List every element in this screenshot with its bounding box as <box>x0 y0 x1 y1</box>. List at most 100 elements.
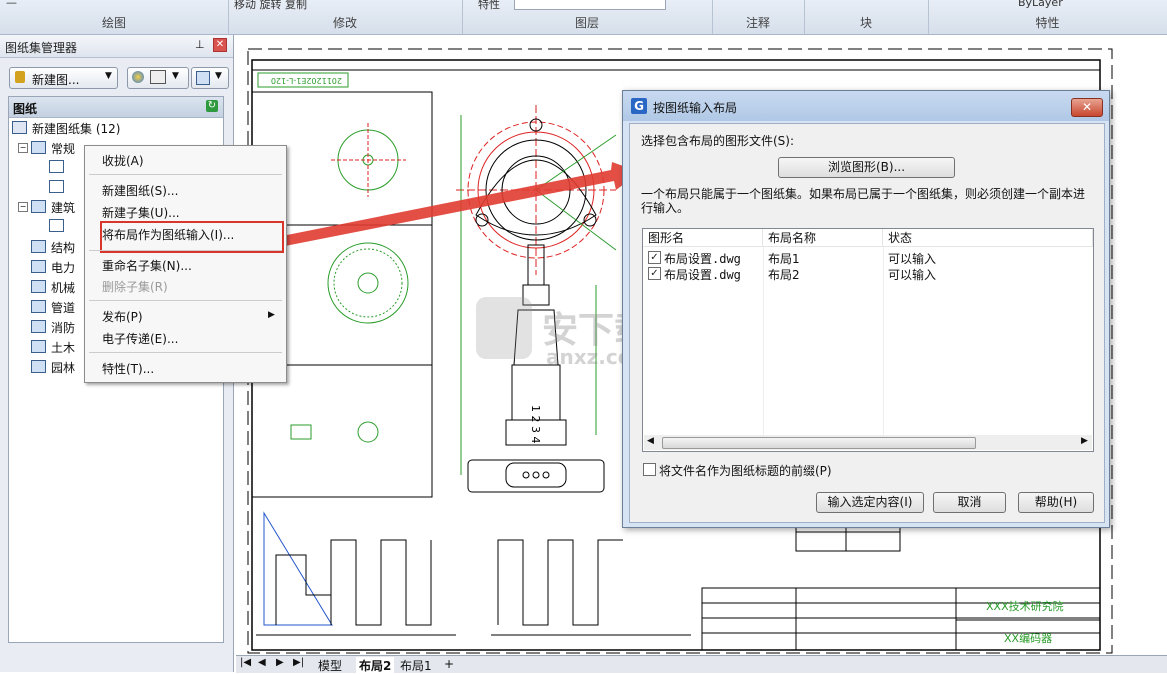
menu-item-etransmit[interactable]: 电子传递(E)... <box>102 330 178 347</box>
ribbon-label-draw: 绘图 <box>101 16 126 30</box>
ribbon-group-block[interactable]: 块 <box>804 0 929 34</box>
tree-view-icon <box>196 71 210 85</box>
table-row[interactable]: ✓ 布局设置.dwg 布局2 可以输入 <box>643 265 1093 282</box>
ssm-title: 图纸集管理器 <box>5 41 78 55</box>
tree-node-2[interactable]: 结构 <box>31 239 75 256</box>
scroll-thumb[interactable] <box>662 437 976 449</box>
tree-node-7[interactable]: 土木 <box>31 339 75 356</box>
table-row[interactable]: ✓ 布局设置.dwg 布局1 可以输入 <box>643 249 1093 266</box>
menu-item-rename-subset[interactable]: 重命名子集(N)... <box>102 257 192 274</box>
collapse-icon[interactable]: − <box>18 143 28 153</box>
view-options-button[interactable]: ▼ <box>127 67 189 89</box>
info-text-line1: 一个布局只能属于一个图纸集。如果布局已属于一个图纸集，则必须创建一个副本进 <box>641 187 1086 201</box>
refresh-icon[interactable]: ↻ <box>206 100 218 112</box>
column-header-layout[interactable]: 布局名称 <box>763 229 883 247</box>
ribbon-modify-top: 移动 旋转 复制 <box>234 0 307 11</box>
next-tab-icon[interactable]: ▶ <box>276 657 284 668</box>
layer-dropdown[interactable] <box>514 0 666 10</box>
ribbon-group-layers[interactable]: 特性 图层 <box>462 0 713 34</box>
tree-node-1[interactable]: 建筑 <box>31 199 75 216</box>
ribbon-group-annotate[interactable]: 注释 <box>712 0 805 34</box>
tree-node-5[interactable]: 管道 <box>31 299 75 316</box>
row-checkbox[interactable]: ✓ <box>648 267 661 280</box>
menu-item-properties[interactable]: 特性(T)... <box>102 360 154 377</box>
row-checkbox[interactable]: ✓ <box>648 251 661 264</box>
first-tab-icon[interactable]: |◀ <box>240 657 251 668</box>
import-selected-button[interactable]: 输入选定内容(I) <box>816 492 924 513</box>
tree-node-8[interactable]: 园林 <box>31 359 75 376</box>
ribbon-layers-top: 特性 <box>478 0 500 11</box>
horizontal-scrollbar[interactable]: ◀ ▶ <box>644 435 1092 450</box>
prefix-checkbox[interactable] <box>643 463 656 476</box>
tree-node-0[interactable]: 常规 <box>31 140 75 157</box>
tree-node-label: 管道 <box>51 301 76 315</box>
column-divider <box>883 247 884 435</box>
drawing-code: 2011202E1-L-120 <box>271 76 342 85</box>
ribbon: — 绘图 移动 旋转 复制 修改 特性 图层 注释 块 ByLayer 特性 <box>0 0 1167 35</box>
ribbon-group-draw[interactable]: — 绘图 <box>0 0 229 34</box>
product-name: XX编码器 <box>1004 631 1052 645</box>
ribbon-draw-top: — <box>6 0 17 9</box>
tree-node-4[interactable]: 机械 <box>31 279 75 296</box>
tree-sheet-0a[interactable] <box>49 160 69 175</box>
dialog-close-button[interactable]: ✕ <box>1071 98 1103 117</box>
subset-icon <box>31 141 46 154</box>
institute-name: XXX技术研究院 <box>986 599 1064 613</box>
last-tab-icon[interactable]: ▶| <box>293 657 304 668</box>
info-text-line2: 行输入。 <box>641 201 690 215</box>
dialog-titlebar[interactable]: G 按图纸输入布局 ✕ <box>623 91 1109 121</box>
tree-node-label: 结构 <box>51 241 76 255</box>
scroll-left-icon[interactable]: ◀ <box>647 436 654 446</box>
help-button[interactable]: 帮助(H) <box>1018 492 1094 513</box>
chevron-down-icon: ▼ <box>172 71 179 81</box>
row-layout-name: 布局2 <box>768 268 800 282</box>
column-header-drawing[interactable]: 图形名 <box>643 229 763 247</box>
import-layout-dialog: G 按图纸输入布局 ✕ 选择包含布局的图形文件(S): 浏览图形(B)... 一… <box>622 90 1110 528</box>
tree-root[interactable]: 新建图纸集 (12) <box>12 120 120 137</box>
new-sheet-set-button[interactable]: 新建图... ▼ <box>9 67 118 89</box>
tab-model[interactable]: 模型 <box>318 657 342 674</box>
pin-icon[interactable]: ⊥ <box>195 38 205 51</box>
column-divider <box>763 247 764 435</box>
menu-item-collapse[interactable]: 收拢(A) <box>102 152 144 169</box>
browse-drawings-button[interactable]: 浏览图形(B)... <box>778 157 955 178</box>
tree-node-label: 常规 <box>51 142 76 156</box>
sheet-icon <box>49 180 64 193</box>
prev-tab-icon[interactable]: ◀ <box>258 657 266 668</box>
close-icon[interactable]: ✕ <box>213 38 227 52</box>
column-header-status[interactable]: 状态 <box>883 229 1093 247</box>
ssm-titlebar: 图纸集管理器 ⊥ ✕ <box>0 35 233 58</box>
tree-node-label: 建筑 <box>51 201 76 215</box>
menu-item-new-subset[interactable]: 新建子集(U)... <box>102 204 180 221</box>
ribbon-group-modify[interactable]: 移动 旋转 复制 修改 <box>228 0 463 34</box>
ribbon-label-properties: 特性 <box>1035 16 1060 30</box>
ribbon-group-properties[interactable]: ByLayer 特性 <box>928 0 1167 34</box>
menu-item-import-layout[interactable]: 将布局作为图纸输入(I)... <box>102 226 234 243</box>
dialog-title: 按图纸输入布局 <box>653 101 738 115</box>
dialog-body: 选择包含布局的图形文件(S): 浏览图形(B)... 一个布局只能属于一个图纸集… <box>629 123 1105 523</box>
collapse-icon[interactable]: − <box>18 202 28 212</box>
layout-list: 图形名 布局名称 状态 ✓ 布局设置.dwg 布局1 可以输入 ✓ 布局设置.d… <box>642 228 1094 452</box>
chip-label: 1 2 3 4 <box>529 405 542 443</box>
menu-divider <box>89 174 282 175</box>
tree-node-label: 土木 <box>51 341 76 355</box>
menu-item-new-sheet[interactable]: 新建图纸(S)... <box>102 182 178 199</box>
model-view-button[interactable]: ▼ <box>191 67 229 89</box>
tree-node-label: 园林 <box>51 361 76 375</box>
menu-item-publish[interactable]: 发布(P) <box>102 308 143 325</box>
add-tab-icon[interactable]: + <box>444 657 454 671</box>
tab-layout2[interactable]: 布局2 <box>356 657 395 674</box>
tree-node-6[interactable]: 消防 <box>31 319 75 336</box>
tab-layout1[interactable]: 布局1 <box>400 657 432 674</box>
chevron-down-icon: ▼ <box>215 71 222 81</box>
new-sheet-set-label: 新建图... <box>32 73 80 87</box>
tree-sheet-1a[interactable] <box>49 219 69 234</box>
printer-icon <box>150 70 166 84</box>
tree-sheet-0b[interactable] <box>49 180 69 195</box>
sheet-set-icon <box>12 121 27 134</box>
chevron-down-icon: ▼ <box>105 71 112 81</box>
tree-node-3[interactable]: 电力 <box>31 259 75 276</box>
app-logo-icon: G <box>631 98 647 114</box>
scroll-right-icon[interactable]: ▶ <box>1081 436 1088 446</box>
cancel-button[interactable]: 取消 <box>933 492 1006 513</box>
